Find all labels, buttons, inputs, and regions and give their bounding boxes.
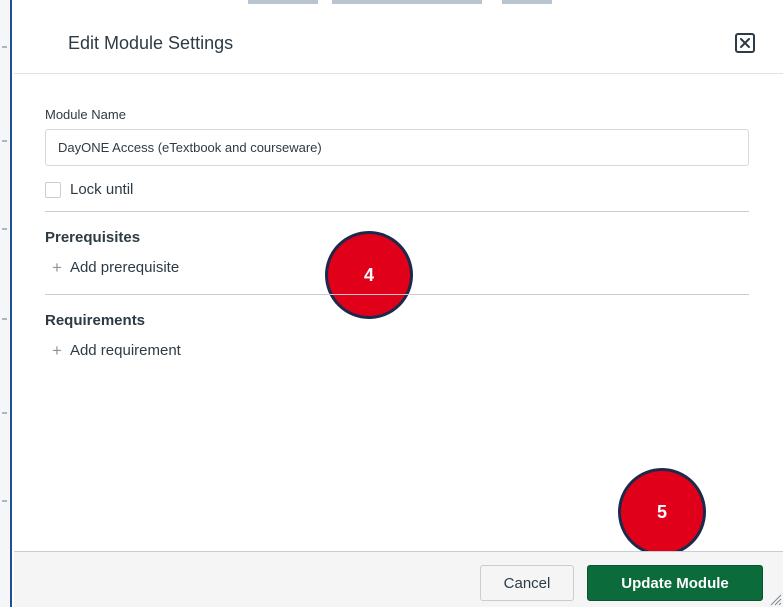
module-name-input[interactable]: [45, 129, 749, 166]
section-divider: [45, 211, 749, 212]
lock-until-label[interactable]: Lock until: [70, 181, 133, 198]
background-tick: [2, 412, 7, 414]
background-tick: [2, 140, 7, 142]
step-4-annotation-badge: 4: [325, 231, 413, 319]
step-4-number: 4: [363, 264, 374, 285]
plus-icon: +: [52, 341, 62, 360]
background-page-edge: [0, 0, 12, 607]
background-blur: [502, 0, 552, 4]
background-blur: [248, 0, 318, 4]
cancel-button[interactable]: Cancel: [480, 565, 574, 601]
section-divider: [45, 294, 749, 295]
resize-handle-icon[interactable]: [768, 592, 782, 606]
add-requirement-label[interactable]: Add requirement: [70, 342, 181, 359]
prerequisites-heading: Prerequisites: [45, 229, 141, 246]
background-tick: [2, 228, 7, 230]
add-prerequisite-label[interactable]: Add prerequisite: [70, 259, 179, 276]
add-prerequisite-link[interactable]: + Add prerequisite: [52, 259, 179, 276]
lock-until-row[interactable]: Lock until: [45, 181, 133, 198]
close-icon: [740, 38, 750, 48]
update-module-button[interactable]: Update Module: [587, 565, 763, 601]
requirements-heading: Requirements: [45, 312, 146, 329]
background-blur: [332, 0, 482, 4]
background-tick: [2, 500, 7, 502]
module-name-label: Module Name: [45, 107, 126, 122]
lock-until-checkbox[interactable]: [45, 181, 61, 198]
close-button[interactable]: [735, 33, 755, 53]
add-requirement-link[interactable]: + Add requirement: [52, 342, 181, 359]
background-tick: [2, 46, 7, 48]
edit-module-dialog: Edit Module Settings Module Name Lock un…: [14, 8, 783, 607]
dialog-title: Edit Module Settings: [68, 33, 234, 53]
dialog-footer: Cancel Update Module: [14, 551, 783, 607]
step-5-annotation-badge: 5: [618, 468, 706, 556]
step-5-number: 5: [656, 501, 667, 522]
plus-icon: +: [52, 258, 62, 277]
background-tick: [2, 318, 7, 320]
dialog-header: Edit Module Settings: [14, 8, 783, 74]
